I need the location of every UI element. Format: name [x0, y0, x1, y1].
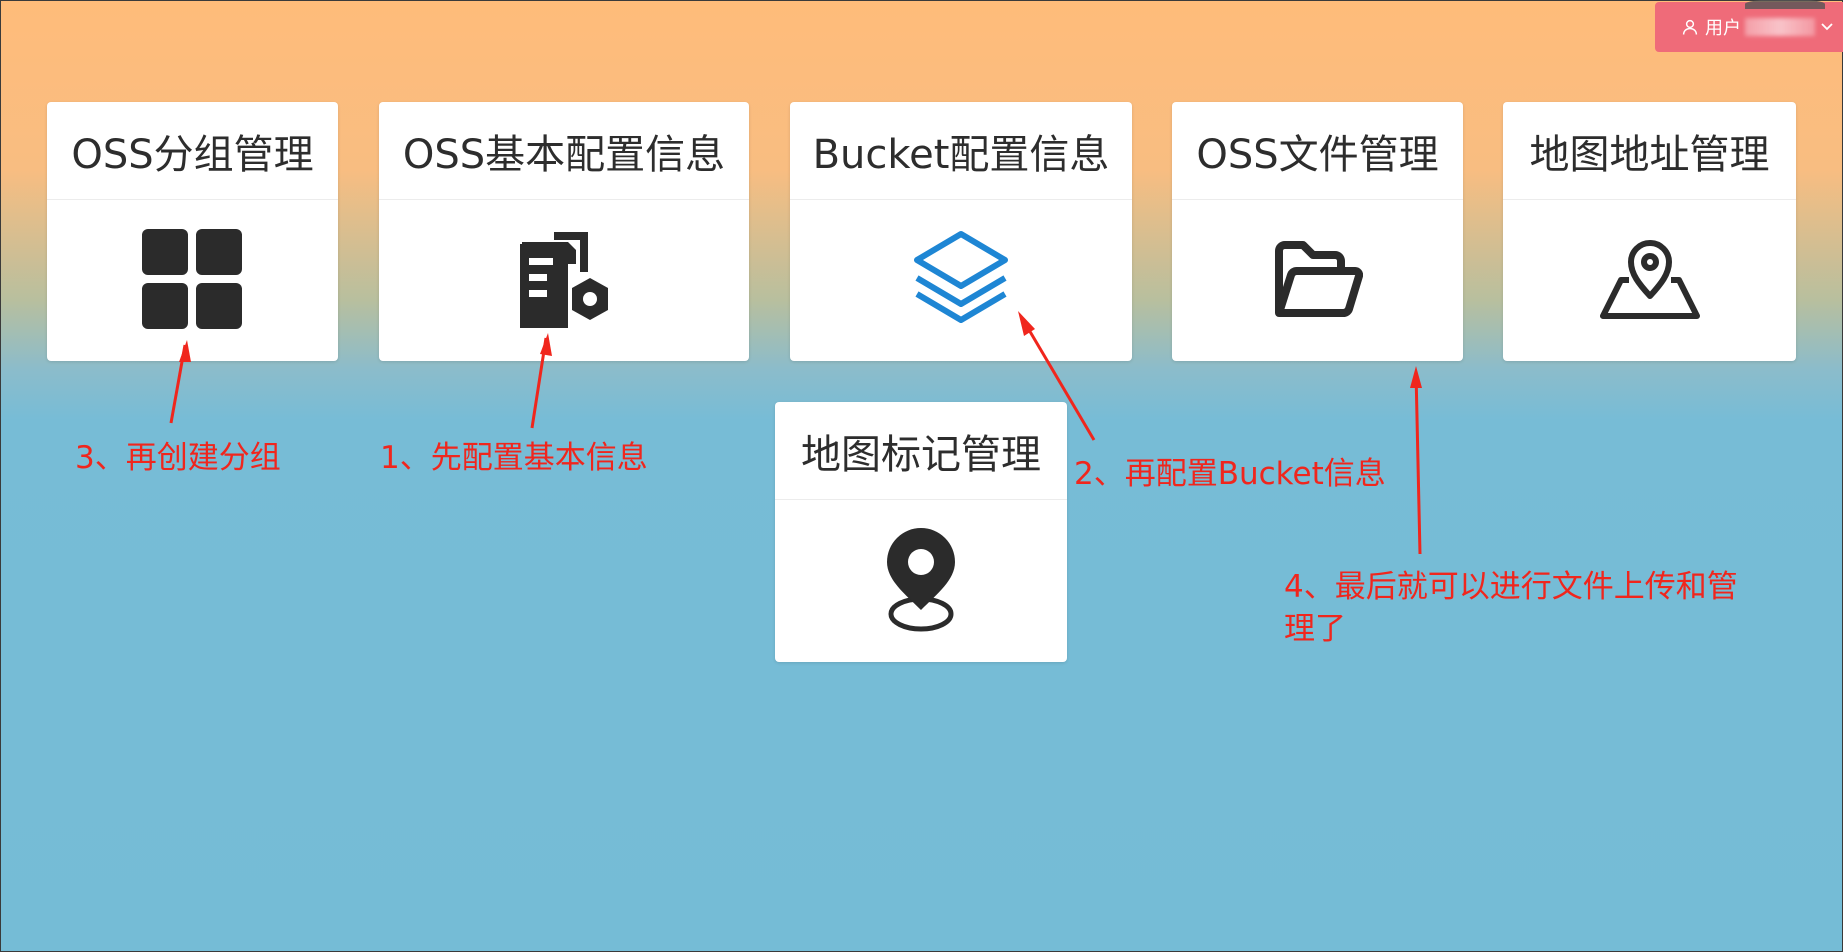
annotation-step2: 2、再配置Bucket信息	[1074, 456, 1386, 492]
annotation-step3: 3、再创建分组	[75, 440, 281, 476]
annotation-step4-line2: 理了	[1284, 611, 1346, 647]
annotation-step1: 1、先配置基本信息	[380, 440, 648, 476]
annotation-step4-line1: 4、最后就可以进行文件上传和管	[1284, 569, 1738, 605]
